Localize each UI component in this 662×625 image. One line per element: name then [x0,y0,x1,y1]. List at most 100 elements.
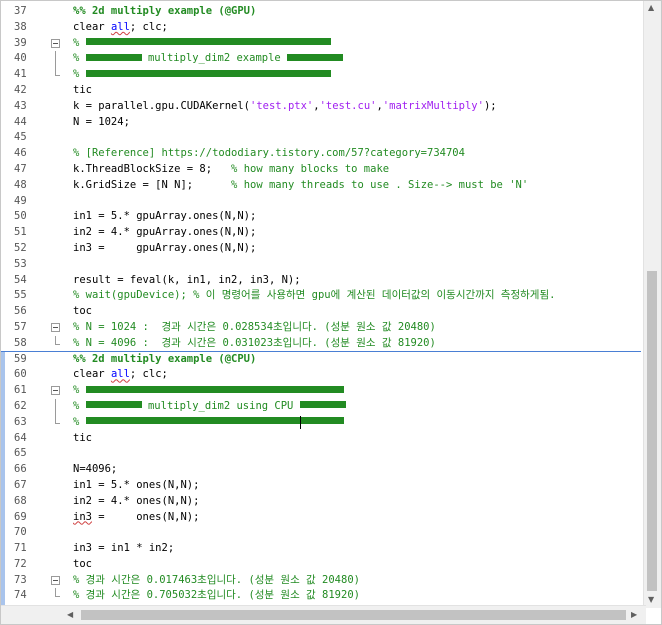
code-line[interactable]: 73 % 경과 시간은 0.017463초입니다. (성분 원소 값 20480) [1,573,641,589]
line-number: 41 [14,68,27,81]
code-line[interactable]: 48 k.GridSize = [N N]; % how many threads… [1,178,641,194]
code-line[interactable]: 63% [1,414,641,431]
code-line[interactable]: 55 % wait(gpuDevice); % 이 명령어를 사용하면 gpu에 … [1,288,641,304]
code-token: tic [73,431,92,444]
code-text[interactable]: in2 = 4.* gpuArray.ones(N,N); [73,225,256,241]
code-text[interactable]: clear all; clc; [73,367,168,383]
horizontal-scrollbar[interactable]: ◀ ▶ [1,605,646,624]
horizontal-scroll-thumb[interactable] [81,610,626,620]
fold-minus-icon[interactable] [51,573,60,589]
code-text[interactable]: in1 = 5.* ones(N,N); [73,478,199,494]
code-text[interactable]: in1 = 5.* gpuArray.ones(N,N); [73,209,256,225]
line-number: 66 [14,463,27,476]
fold-minus-icon[interactable] [51,383,60,399]
vertical-scroll-thumb[interactable] [647,271,657,591]
line-number: 53 [14,257,27,270]
comment-divider-bar [299,401,346,409]
code-text[interactable]: % [Reference] https://tododiary.tistory.… [73,146,465,162]
code-text[interactable]: % N = 1024 : 경과 시간은 0.028534초입니다. (성분 원소… [73,320,436,336]
code-text[interactable]: in3 = ones(N,N); [73,510,199,526]
code-text[interactable]: % [73,383,344,399]
code-text[interactable]: clear all; clc; [73,20,168,36]
code-text[interactable]: % 경과 시간은 0.017463초입니다. (성분 원소 값 20480) [73,573,360,589]
code-text[interactable]: in3 = gpuArray.ones(N,N); [73,241,256,257]
code-line[interactable]: 43 k = parallel.gpu.CUDAKernel('test.ptx'… [1,99,641,115]
code-text[interactable]: k.ThreadBlockSize = 8; % how many blocks… [73,162,389,178]
code-line[interactable]: 71 in3 = in1 * in2; [1,541,641,557]
scroll-right-icon[interactable]: ▶ [631,610,637,619]
code-line[interactable]: 60 clear all; clc; [1,367,641,383]
fold-guide [51,67,60,83]
code-text[interactable]: N=4096; [73,462,117,478]
scroll-left-icon[interactable]: ◀ [67,610,73,619]
code-line[interactable]: 56 toc [1,304,641,320]
code-token: % 경과 시간은 0.705032초입니다. (성분 원소 값 81920) [73,589,360,602]
code-token: ); [483,99,497,112]
code-line[interactable]: 59 %% 2d multiply example (@CPU) [1,352,641,368]
code-line[interactable]: 44 N = 1024; [1,115,641,131]
code-text[interactable]: % wait(gpuDevice); % 이 명령어를 사용하면 gpu에 계산… [73,288,555,304]
line-number: 37 [14,5,27,17]
code-text[interactable]: %% 2d multiply example (@GPU) [73,4,256,20]
code-text[interactable]: tic [73,431,92,447]
code-line[interactable]: 39% [1,36,641,52]
code-line[interactable]: 64 tic [1,431,641,447]
comment-divider-bar [85,417,344,425]
line-number: 67 [14,478,27,491]
code-line[interactable]: 57 % N = 1024 : 경과 시간은 0.028534초입니다. (성분 … [1,320,641,336]
code-line[interactable]: 38 clear all; clc; [1,20,641,36]
fold-minus-icon[interactable] [51,36,60,52]
code-line[interactable]: 62% multiply_dim2 using CPU [1,398,641,415]
code-lines[interactable]: 37 %% 2d multiply example (@GPU) 38 clear a… [1,4,641,604]
code-line[interactable]: 49 [1,194,641,210]
vertical-scrollbar[interactable]: ▲ ▼ [643,1,661,608]
line-number: 40 [14,52,27,65]
code-line[interactable]: 65 [1,446,641,462]
code-text[interactable]: result = feval(k, in1, in2, in3, N); [73,273,301,289]
code-text[interactable]: toc [73,304,92,320]
text-cursor [300,416,301,429]
code-text[interactable]: % multiply_dim2 using CPU [73,399,346,415]
scroll-up-icon[interactable]: ▲ [648,3,654,12]
code-text[interactable]: in3 = in1 * in2; [73,541,174,557]
code-line[interactable]: 53 [1,257,641,273]
code-text[interactable]: in2 = 4.* ones(N,N); [73,494,199,510]
fold-minus-icon[interactable] [51,320,60,336]
code-line[interactable]: 52 in3 = gpuArray.ones(N,N); [1,241,641,257]
code-text[interactable]: N = 1024; [73,115,130,131]
code-line[interactable]: 61% [1,383,641,399]
code-line[interactable]: 47 k.ThreadBlockSize = 8; % how many bloc… [1,162,641,178]
code-line[interactable]: 42 tic [1,83,641,99]
code-text[interactable]: k.GridSize = [N N]; % how many threads t… [73,178,528,194]
code-line[interactable]: 74 % 경과 시간은 0.705032초입니다. (성분 원소 값 81920) [1,588,641,604]
code-line[interactable]: 40 % multiply_dim2 example [1,51,641,67]
code-text[interactable]: % [73,36,331,52]
code-line[interactable]: 50 in1 = 5.* gpuArray.ones(N,N); [1,209,641,225]
code-line[interactable]: 54 result = feval(k, in1, in2, in3, N); [1,273,641,289]
code-line[interactable]: 45 [1,130,641,146]
code-text[interactable]: toc [73,557,92,573]
code-text[interactable]: % multiply_dim2 example [73,51,344,67]
code-line[interactable]: 37 %% 2d multiply example (@GPU) [1,4,641,20]
code-text[interactable]: % [73,415,344,431]
code-text[interactable]: % N = 4096 : 경과 시간은 0.031023초입니다. (성분 원소… [73,336,436,352]
code-line[interactable]: 67 in1 = 5.* ones(N,N); [1,478,641,494]
code-line[interactable]: 70 [1,525,641,541]
code-line[interactable]: 69 in3 = ones(N,N); [1,510,641,526]
code-line[interactable]: 41% [1,67,641,83]
code-line[interactable]: 58 % N = 4096 : 경과 시간은 0.031023초입니다. (성분 … [1,335,641,352]
code-line[interactable]: 72 toc [1,557,641,573]
code-text[interactable]: %% 2d multiply example (@CPU) [73,352,256,368]
code-line[interactable]: 68 in2 = 4.* ones(N,N); [1,494,641,510]
code-line[interactable]: 51 in2 = 4.* gpuArray.ones(N,N); [1,225,641,241]
scroll-down-icon[interactable]: ▼ [648,595,654,604]
line-number: 49 [14,194,27,207]
code-line[interactable]: 46 % [Reference] https://tododiary.tistor… [1,146,641,162]
code-text[interactable]: tic [73,83,92,99]
code-text[interactable]: k = parallel.gpu.CUDAKernel('test.ptx','… [73,99,497,115]
code-editor[interactable]: 37 %% 2d multiply example (@GPU) 38 clear a… [0,0,662,625]
code-text[interactable]: % [73,67,331,83]
line-number: 39 [14,36,27,49]
code-text[interactable]: % 경과 시간은 0.705032초입니다. (성분 원소 값 81920) [73,588,360,604]
code-line[interactable]: 66 N=4096; [1,462,641,478]
